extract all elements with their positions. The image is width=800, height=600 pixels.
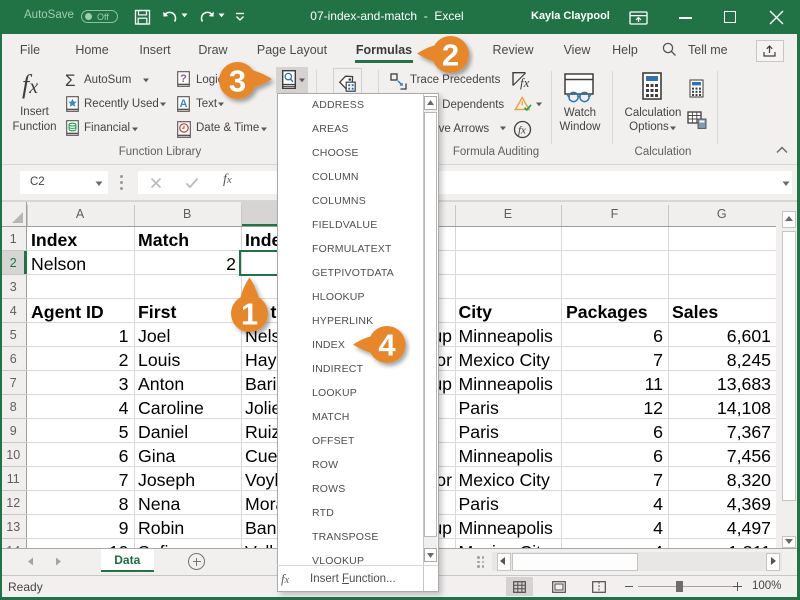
svg-text:fx: fx (518, 125, 526, 137)
svg-text:1: 1 (241, 297, 258, 332)
svg-text:4: 4 (378, 328, 396, 363)
svg-text:?: ? (180, 73, 187, 85)
svg-text:fx: fx (520, 75, 530, 90)
svg-text:2: 2 (442, 38, 459, 73)
svg-text:A: A (180, 98, 188, 110)
svg-text:3: 3 (229, 64, 246, 99)
